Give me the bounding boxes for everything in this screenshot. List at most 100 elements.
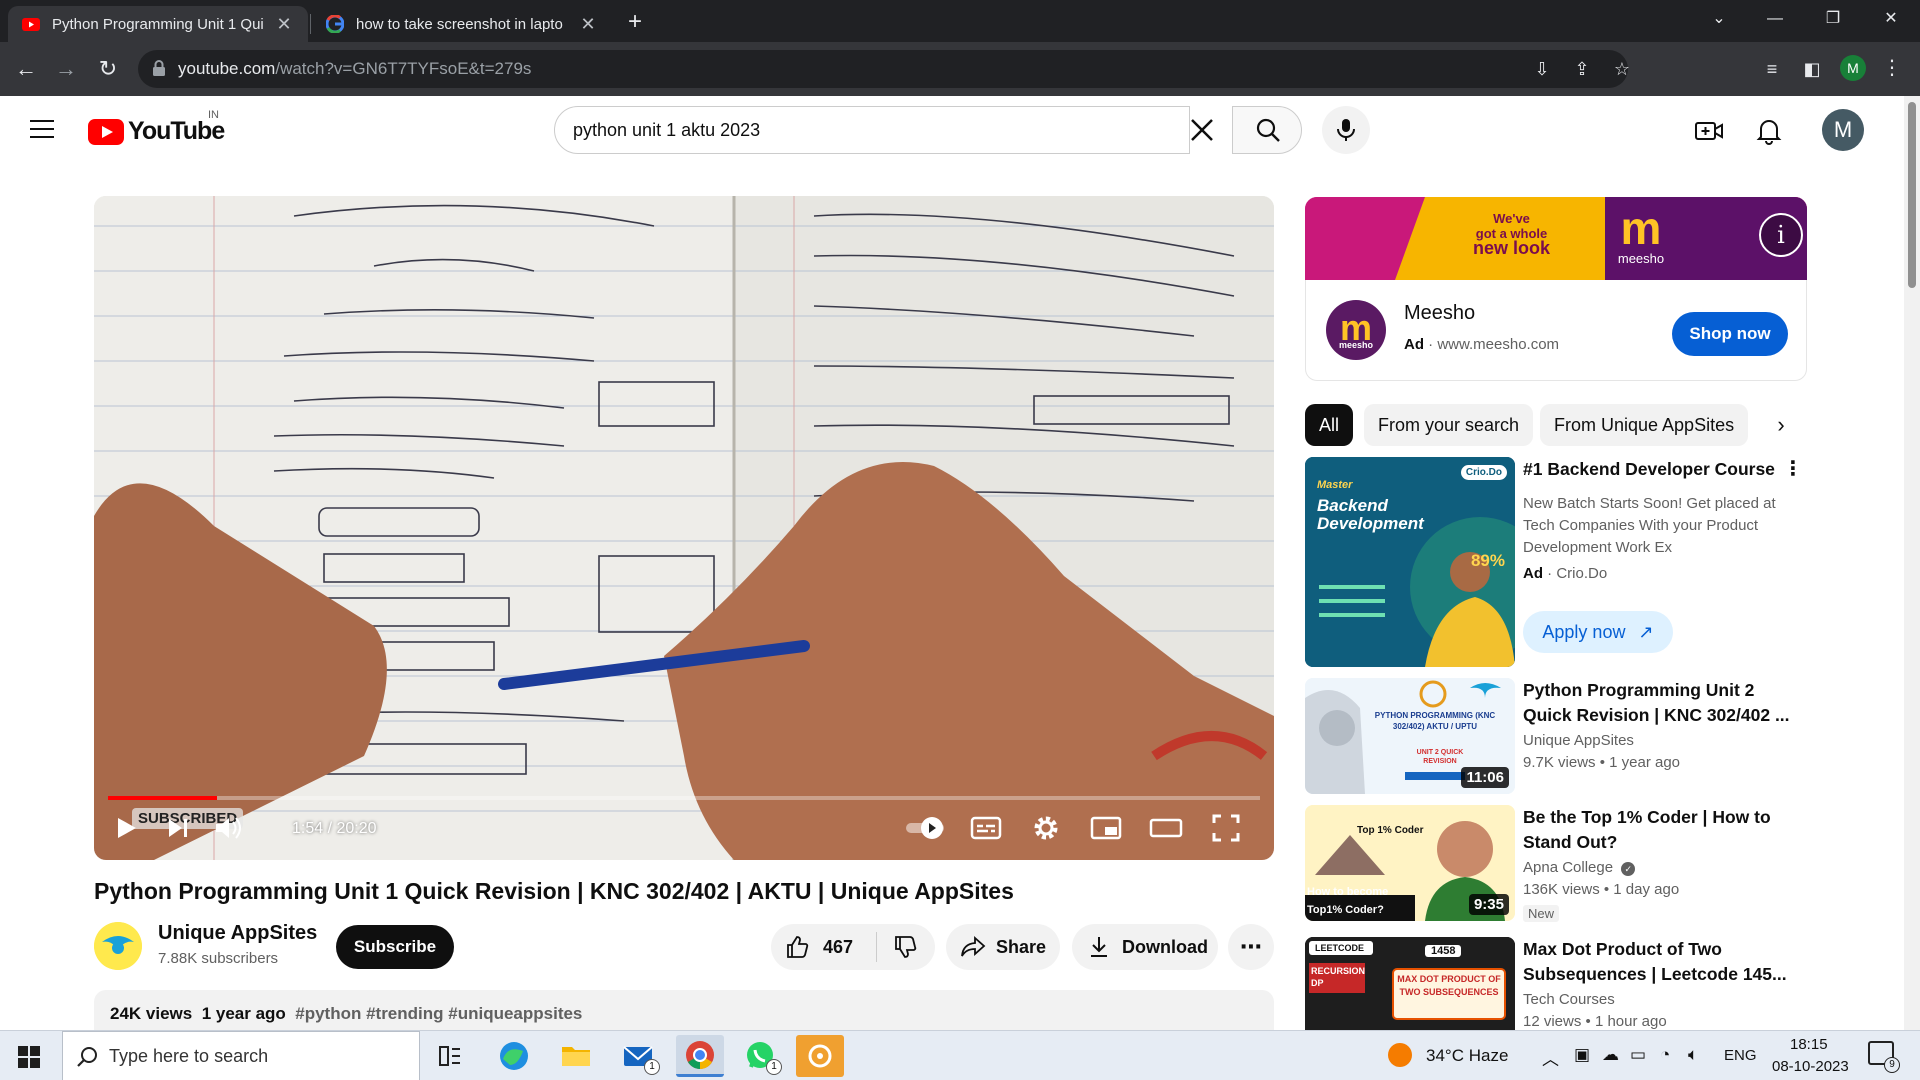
clock-time[interactable]: 18:15	[1790, 1036, 1828, 1053]
chips-next-chevron-icon[interactable]: ›	[1760, 404, 1802, 446]
shop-now-button[interactable]: Shop now	[1672, 312, 1788, 356]
video-player[interactable]: SUBSCRIBED 1:54 / 20:20	[94, 196, 1274, 860]
clear-search-icon[interactable]	[1186, 114, 1218, 146]
page-scrollbar[interactable]	[1904, 96, 1920, 1030]
video-title[interactable]: Python Programming Unit 2 Quick Revision…	[1523, 678, 1793, 728]
search-button[interactable]	[1232, 106, 1302, 154]
minimize-button[interactable]: —	[1752, 0, 1798, 42]
theater-mode-icon[interactable]	[1148, 810, 1184, 846]
scrollbar-thumb[interactable]	[1908, 102, 1916, 288]
whatsapp-icon[interactable]: 1	[736, 1035, 784, 1077]
meet-now-icon[interactable]: ▣	[1574, 1045, 1590, 1065]
youtube-logo[interactable]: YouTube IN	[88, 109, 225, 146]
close-window-button[interactable]: ✕	[1868, 0, 1914, 42]
video-thumbnail[interactable]: LEETCODE 1458 RECURSION DP MAX DOT PRODU…	[1305, 937, 1515, 1030]
promo-thumbnail[interactable]: Master Backend Development Crio.Do 89%	[1305, 457, 1515, 667]
snipping-tool-icon[interactable]	[796, 1035, 844, 1077]
chip-all[interactable]: All	[1305, 404, 1354, 446]
miniplayer-icon[interactable]	[1088, 810, 1124, 846]
close-tab-icon[interactable]: ✕	[578, 14, 598, 35]
install-app-icon[interactable]: ⇩	[1530, 58, 1554, 82]
channel-name[interactable]: Apna College ✓	[1523, 859, 1636, 876]
video-title[interactable]: Max Dot Product of Two Subsequences | Le…	[1523, 937, 1793, 987]
recommendation-item[interactable]: LEETCODE 1458 RECURSION DP MAX DOT PRODU…	[1305, 937, 1815, 1030]
account-avatar[interactable]: M	[1822, 109, 1864, 151]
ad-card[interactable]: m meesho Meesho Ad · www.meesho.com Shop…	[1305, 280, 1807, 381]
create-video-icon[interactable]	[1694, 116, 1724, 146]
reload-button[interactable]: ↻	[92, 54, 124, 86]
tab-search-chevron-icon[interactable]: ⌄	[1696, 0, 1742, 42]
volume-tray-icon[interactable]: 🔈︎	[1688, 1045, 1698, 1065]
fullscreen-icon[interactable]	[1208, 810, 1244, 846]
weather-icon[interactable]	[1388, 1043, 1412, 1067]
like-button[interactable]: 467	[771, 932, 877, 962]
video-thumbnail[interactable]: PYTHON PROGRAMMING (KNC 302/402) AKTU / …	[1305, 678, 1515, 794]
autoplay-toggle-icon[interactable]	[902, 810, 950, 846]
weather-text[interactable]: 34°C Haze	[1426, 1046, 1508, 1066]
side-panel-icon[interactable]: ◧	[1796, 54, 1828, 86]
subscribe-button[interactable]: Subscribe	[336, 925, 454, 969]
battery-icon[interactable]: ▭	[1630, 1045, 1646, 1065]
taskbar-search-box[interactable]: Type here to search	[62, 1031, 420, 1080]
file-explorer-icon[interactable]	[552, 1035, 600, 1077]
promo-menu-icon[interactable]: ⋮	[1783, 459, 1803, 481]
profile-avatar[interactable]: M	[1840, 55, 1866, 81]
ad-info-icon[interactable]: i	[1759, 213, 1803, 257]
share-page-icon[interactable]: ⇪	[1570, 58, 1594, 82]
channel-name[interactable]: Tech Courses	[1523, 991, 1615, 1008]
maximize-button[interactable]: ❐	[1810, 0, 1856, 42]
tab-youtube[interactable]: Python Programming Unit 1 Qui ✕	[8, 6, 308, 42]
bookmark-star-icon[interactable]: ☆	[1610, 58, 1634, 82]
chrome-icon[interactable]	[676, 1035, 724, 1077]
edge-browser-icon[interactable]	[490, 1035, 538, 1077]
hashtags[interactable]: #python #trending #uniqueappsites	[295, 1004, 582, 1023]
thumbnail-text: Top 1% Coder	[1357, 825, 1424, 836]
channel-name[interactable]: Unique AppSites	[1523, 732, 1634, 749]
new-tab-button[interactable]: +	[620, 8, 650, 38]
channel-name[interactable]: Unique AppSites	[158, 922, 317, 945]
search-input[interactable]	[573, 118, 1093, 142]
promo-description: New Batch Starts Soon! Get placed at Tec…	[1523, 495, 1776, 556]
voice-search-button[interactable]	[1322, 106, 1370, 154]
mail-icon[interactable]: 1	[614, 1035, 662, 1077]
promoted-video[interactable]: Master Backend Development Crio.Do 89% #…	[1305, 457, 1815, 667]
menu-icon[interactable]	[30, 120, 54, 140]
promo-title[interactable]: #1 Backend Developer Course	[1523, 457, 1793, 482]
ad-banner[interactable]: We've got a whole new look m meesho i	[1305, 197, 1807, 280]
video-thumbnail[interactable]: Top 1% Coder How to become Top1% Coder? …	[1305, 805, 1515, 921]
address-bar[interactable]: youtube.com/watch?v=GN6T7TYFsoE&t=279s ⇩…	[138, 50, 1630, 88]
settings-gear-icon[interactable]	[1028, 810, 1064, 846]
tray-overflow-icon[interactable]: ︿	[1542, 1045, 1559, 1070]
subtitles-icon[interactable]	[968, 810, 1004, 846]
notifications-bell-icon[interactable]	[1754, 116, 1784, 146]
subscriber-count: 7.88K subscribers	[158, 950, 279, 967]
task-view-icon[interactable]	[426, 1035, 474, 1077]
chip-from-your-search[interactable]: From your search	[1364, 404, 1534, 446]
forward-button[interactable]: →	[50, 54, 82, 86]
download-button[interactable]: Download	[1072, 924, 1218, 970]
tab-google-search[interactable]: how to take screenshot in lapto ✕	[312, 6, 612, 42]
recommendation-item[interactable]: Top 1% Coder How to become Top1% Coder? …	[1305, 805, 1815, 922]
more-actions-button[interactable]: ⋯	[1228, 924, 1274, 970]
windows-start-icon[interactable]	[18, 1046, 40, 1068]
onedrive-icon[interactable]: ☁	[1602, 1045, 1619, 1065]
search-box[interactable]	[554, 106, 1190, 154]
browser-menu-icon[interactable]: ⋮	[1882, 54, 1902, 82]
progress-bar[interactable]	[108, 796, 1260, 800]
clock-date[interactable]: 08-10-2023	[1772, 1058, 1849, 1075]
channel-avatar[interactable]	[94, 922, 142, 970]
recommendation-item[interactable]: PYTHON PROGRAMMING (KNC 302/402) AKTU / …	[1305, 678, 1815, 794]
play-button-icon[interactable]	[108, 810, 144, 846]
next-video-icon[interactable]	[160, 810, 196, 846]
share-button[interactable]: Share	[946, 924, 1060, 970]
close-tab-icon[interactable]: ✕	[274, 14, 294, 35]
wifi-icon[interactable]: ◔	[1660, 1045, 1670, 1065]
apply-now-button[interactable]: Apply now ↗	[1523, 611, 1673, 653]
reading-list-icon[interactable]: ≡	[1756, 54, 1788, 86]
input-language[interactable]: ENG	[1724, 1047, 1757, 1064]
chip-from-unique-appsites[interactable]: From Unique AppSites	[1540, 404, 1749, 446]
volume-icon[interactable]	[210, 810, 246, 846]
thumbs-down-icon[interactable]	[893, 934, 919, 960]
back-button[interactable]: ←	[10, 54, 42, 86]
video-title[interactable]: Be the Top 1% Coder | How to Stand Out?	[1523, 805, 1793, 855]
